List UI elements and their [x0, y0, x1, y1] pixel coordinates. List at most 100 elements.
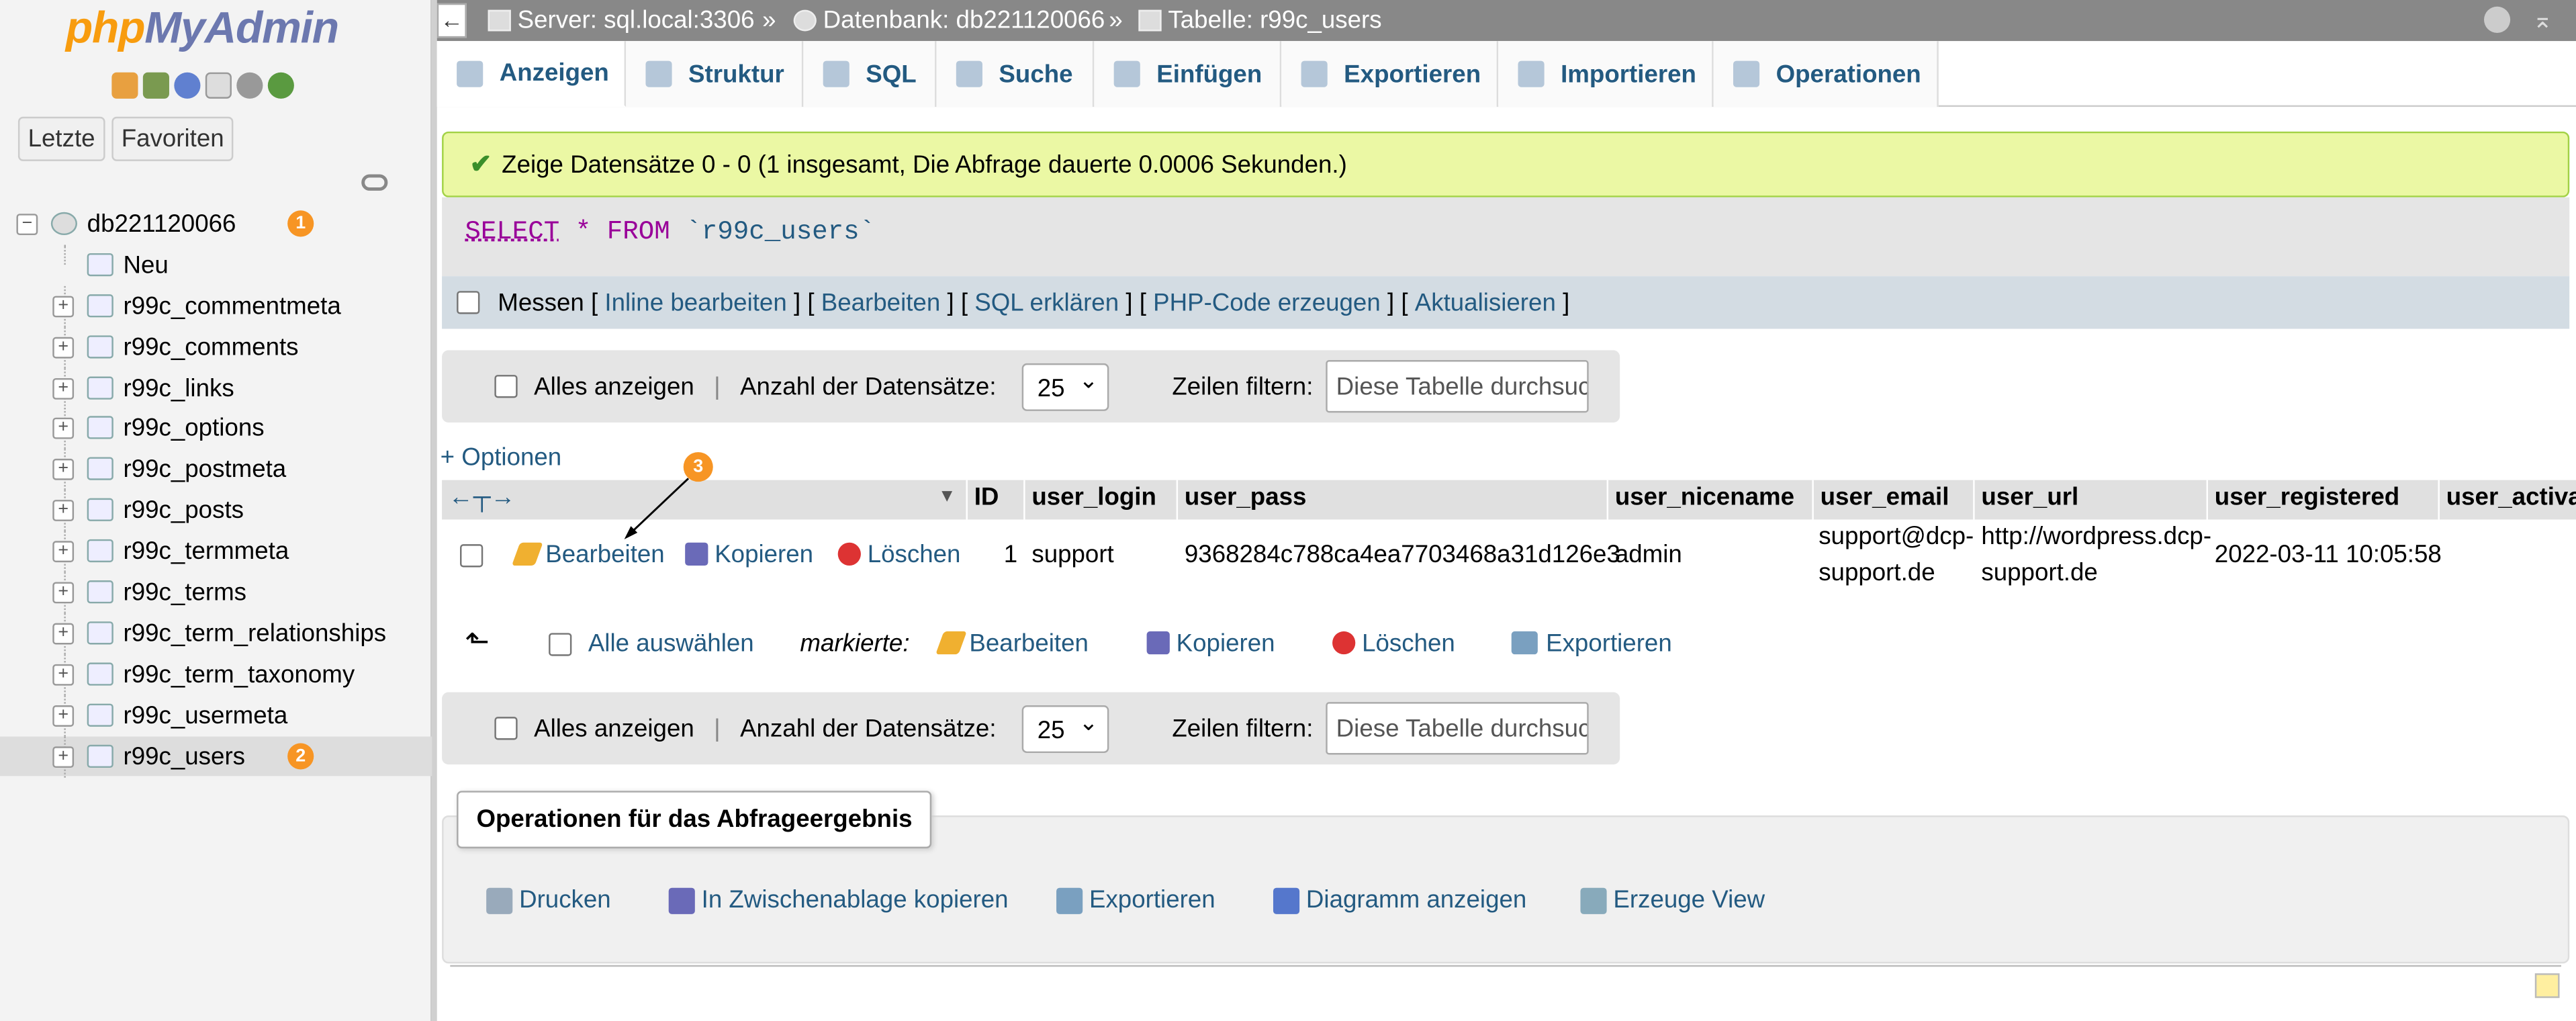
row-delete-link[interactable]: Löschen — [837, 537, 960, 574]
tree-table[interactable]: + r99c_posts — [0, 490, 432, 532]
rows-select[interactable]: 25 — [1022, 362, 1110, 410]
ops-export-link[interactable]: Exportieren — [1056, 886, 1215, 914]
breadcrumb-table[interactable]: Tabelle: r99c_users — [1138, 7, 1382, 34]
expand-icon[interactable]: + — [52, 418, 75, 440]
tree-table[interactable]: + r99c_terms — [0, 572, 432, 614]
logout-icon[interactable] — [142, 72, 169, 99]
tree-new[interactable]: Neu — [0, 245, 432, 285]
bulk-delete-button[interactable]: Löschen — [1332, 629, 1455, 658]
back-arrow-icon[interactable]: ← — [436, 3, 467, 38]
tree-table[interactable]: + r99c_usermeta — [0, 695, 432, 736]
tree-table[interactable]: + r99c_links — [0, 367, 432, 409]
col-id[interactable]: ID — [974, 484, 999, 512]
expand-icon[interactable]: + — [52, 664, 75, 686]
print-link[interactable]: Drucken — [486, 886, 611, 914]
collapse-icon[interactable]: − — [16, 214, 38, 236]
tab-export[interactable]: Exportieren — [1281, 41, 1499, 107]
explain-link[interactable]: SQL erklären — [974, 289, 1119, 317]
select-all-checkbox[interactable] — [549, 633, 572, 656]
create-view-link[interactable]: Erzeuge View — [1580, 886, 1765, 914]
tab-search[interactable]: Suche — [936, 41, 1095, 107]
col-user-pass[interactable]: user_pass — [1185, 484, 1307, 512]
favorites-button[interactable]: Favoriten — [111, 116, 234, 161]
refresh-link[interactable]: Aktualisieren — [1415, 289, 1556, 317]
copy-clipboard-link[interactable]: In Zwischenablage kopieren — [668, 886, 1009, 914]
cell-registered[interactable]: 2022-03-11 10:05:58 — [2215, 537, 2442, 574]
help-icon[interactable] — [174, 72, 201, 99]
chart-link[interactable]: Diagramm anzeigen — [1273, 886, 1526, 914]
show-all-checkbox[interactable] — [494, 375, 518, 398]
tree-table[interactable]: + r99c_term_relationships — [0, 613, 432, 654]
tab-structure[interactable]: Struktur — [626, 41, 804, 107]
tree-table[interactable]: + r99c_options — [0, 408, 432, 450]
docs-icon[interactable] — [205, 72, 232, 99]
cell-pass[interactable]: 9368284c788ca4ea7703468a31d126e3 — [1185, 537, 1620, 574]
tree-table[interactable]: + r99c_termmeta — [0, 531, 432, 573]
recent-button[interactable]: Letzte — [17, 116, 105, 161]
table-icon — [87, 294, 113, 317]
expand-icon[interactable]: + — [52, 541, 75, 563]
profile-checkbox[interactable] — [457, 291, 480, 314]
breadcrumb-database[interactable]: Datenbank: db221120066 — [793, 7, 1105, 34]
rows-select[interactable]: 25 — [1022, 704, 1110, 752]
tab-sql[interactable]: SQL — [803, 41, 937, 107]
bulk-copy-button[interactable]: Kopieren — [1146, 629, 1275, 658]
edit-sql-link[interactable]: Bearbeiten — [821, 289, 941, 317]
console-icon[interactable] — [2534, 973, 2560, 998]
home-icon[interactable] — [111, 72, 138, 99]
tab-import[interactable]: Importieren — [1498, 41, 1714, 107]
row-copy-link[interactable]: Kopieren — [685, 537, 813, 574]
expand-icon[interactable]: + — [52, 746, 75, 768]
options-link[interactable]: + Optionen — [441, 444, 562, 472]
gear-icon[interactable] — [2484, 6, 2511, 33]
cell-url[interactable]: http://wordpress.dcp-support.de — [1981, 519, 2211, 592]
tree-db[interactable]: − db221120066 1 — [0, 204, 432, 245]
expand-icon[interactable]: + — [52, 582, 75, 604]
phpmyadmin-logo[interactable]: phpMyAdmin — [66, 3, 339, 54]
tree-table[interactable]: + r99c_term_taxonomy — [0, 654, 432, 695]
reload-icon[interactable] — [267, 72, 294, 99]
bulk-edit-button[interactable]: Bearbeiten — [935, 629, 1089, 658]
cell-nicename[interactable]: admin — [1615, 537, 1682, 574]
panel-resizer[interactable] — [432, 0, 437, 1021]
tree-table[interactable]: + r99c_comments — [0, 326, 432, 368]
php-code-link[interactable]: PHP-Code erzeugen — [1153, 289, 1381, 317]
col-user-activation[interactable]: user_activa — [2446, 484, 2576, 512]
tab-browse[interactable]: Anzeigen — [436, 41, 627, 107]
show-all-checkbox[interactable] — [494, 717, 518, 740]
database-icon — [50, 212, 77, 236]
tree-table[interactable]: + r99c_commentmeta — [0, 285, 432, 327]
col-user-registered[interactable]: user_registered — [2215, 484, 2399, 512]
cell-login[interactable]: support — [1031, 537, 1113, 574]
collapse-top-icon[interactable]: ⌅ — [2532, 5, 2553, 35]
row-checkbox[interactable] — [460, 544, 484, 568]
col-user-login[interactable]: user_login — [1031, 484, 1156, 512]
tab-operations[interactable]: Operationen — [1713, 41, 1939, 107]
expand-icon[interactable]: + — [52, 459, 75, 481]
link-icon[interactable] — [361, 174, 388, 191]
breadcrumb-server[interactable]: Server: sql.local:3306 — [488, 7, 755, 34]
col-user-url[interactable]: user_url — [1981, 484, 2078, 512]
expand-icon[interactable]: + — [52, 296, 75, 317]
expand-icon[interactable]: + — [52, 336, 75, 358]
expand-icon[interactable]: + — [52, 623, 75, 645]
tree-table[interactable]: + r99c_users 2 — [0, 736, 432, 777]
settings-icon[interactable] — [236, 72, 263, 99]
cell-email[interactable]: support@dcp-support.de — [1819, 519, 1974, 592]
bulk-export-button[interactable]: Exportieren — [1511, 629, 1672, 658]
col-user-nicename[interactable]: user_nicename — [1615, 484, 1794, 512]
filter-input[interactable]: Diese Tabelle durchsuchen — [1326, 360, 1590, 413]
expand-icon[interactable]: + — [52, 705, 75, 727]
expand-icon[interactable]: + — [52, 377, 75, 399]
sort-down-icon[interactable]: ▼ — [938, 487, 956, 506]
tab-insert[interactable]: Einfügen — [1094, 41, 1282, 107]
column-nav-arrows[interactable]: ←┬→ — [449, 484, 515, 512]
callout-badge: 1 — [287, 210, 314, 237]
tree-table[interactable]: + r99c_postmeta — [0, 449, 432, 491]
select-all-link[interactable]: Alle auswählen — [588, 629, 754, 658]
col-user-email[interactable]: user_email — [1821, 484, 1949, 512]
inline-edit-link[interactable]: Inline bearbeiten — [604, 289, 786, 317]
expand-icon[interactable]: + — [52, 500, 75, 522]
cell-id[interactable]: 1 — [1004, 537, 1017, 574]
filter-input[interactable]: Diese Tabelle durchsuchen — [1326, 702, 1590, 755]
